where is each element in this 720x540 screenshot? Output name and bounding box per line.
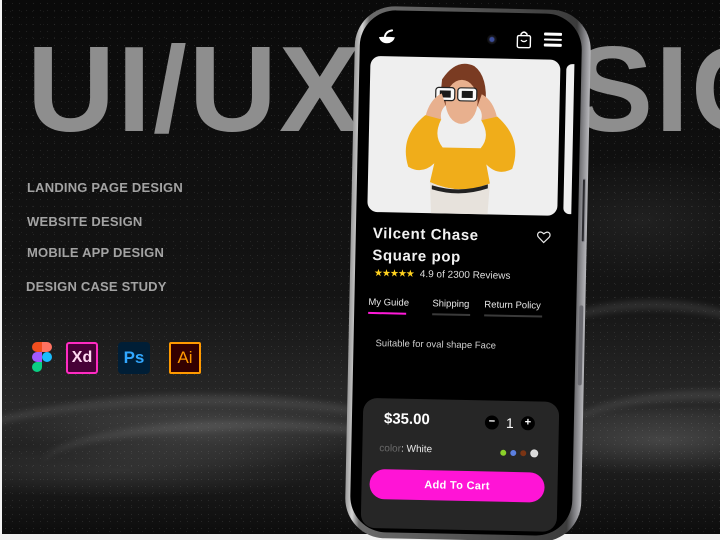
swatch-white[interactable] [530, 449, 539, 458]
product-description: Suitable for oval shape Face [375, 338, 497, 352]
heart-outline-icon[interactable] [536, 230, 551, 244]
quantity-value: 1 [505, 414, 514, 431]
product-name: Vilcent Chase Square pop [372, 224, 479, 266]
quantity-stepper: − 1 + [484, 414, 536, 431]
swatch-blue[interactable] [510, 449, 517, 457]
phone-side-button [580, 178, 587, 243]
color-swatches [500, 449, 542, 458]
service-item: MOBILE APP DESIGN [27, 245, 165, 260]
photoshop-icon: Ps [118, 342, 150, 374]
app-header [360, 24, 582, 53]
product-rating: ★★★★★ 4.9 of 2300 Reviews [374, 268, 511, 282]
service-item: DESIGN CASE STUDY [26, 279, 167, 294]
figma-icon [32, 342, 54, 374]
product-image[interactable] [367, 55, 561, 216]
phone-mockup: Vilcent Chase Square pop ★★★★★ 4.9 of 23… [344, 5, 592, 540]
service-item: LANDING PAGE DESIGN [27, 180, 183, 195]
selected-color: : White [400, 443, 433, 456]
tab-shipping[interactable]: Shipping [432, 298, 471, 317]
next-image-peek[interactable] [563, 64, 575, 215]
model-photo [405, 63, 516, 216]
swatch-brown[interactable] [520, 450, 527, 457]
increment-button[interactable]: + [520, 416, 536, 431]
swatch-green[interactable] [500, 449, 507, 456]
add-to-cart-button[interactable]: Add To Cart [369, 468, 545, 503]
phone-side-button [577, 305, 584, 386]
front-camera [486, 34, 498, 45]
tab-my-guide[interactable]: My Guide [368, 297, 409, 315]
hamburger-menu-icon[interactable] [543, 32, 563, 47]
tab-return-policy[interactable]: Return Policy [484, 299, 543, 318]
product-price: $35.00 [383, 410, 431, 429]
decrement-button[interactable]: − [484, 415, 500, 430]
illustrator-icon: Ai [169, 342, 201, 374]
color-label: color: White [379, 443, 433, 456]
purchase-card: $35.00 − 1 + color: White Add To Cart [360, 397, 560, 532]
info-tabs: My Guide Shipping Return Policy [368, 297, 558, 323]
shopping-bag-icon[interactable] [516, 30, 532, 49]
star-rating-icon: ★★★★★ [373, 268, 414, 280]
adobe-xd-icon: Xd [66, 342, 98, 374]
bowl-logo-icon[interactable] [378, 28, 396, 44]
rating-text: 4.9 of 2300 Reviews [419, 268, 511, 282]
service-item: WEBSITE DESIGN [27, 214, 143, 229]
phone-screen: Vilcent Chase Square pop ★★★★★ 4.9 of 23… [349, 9, 583, 537]
